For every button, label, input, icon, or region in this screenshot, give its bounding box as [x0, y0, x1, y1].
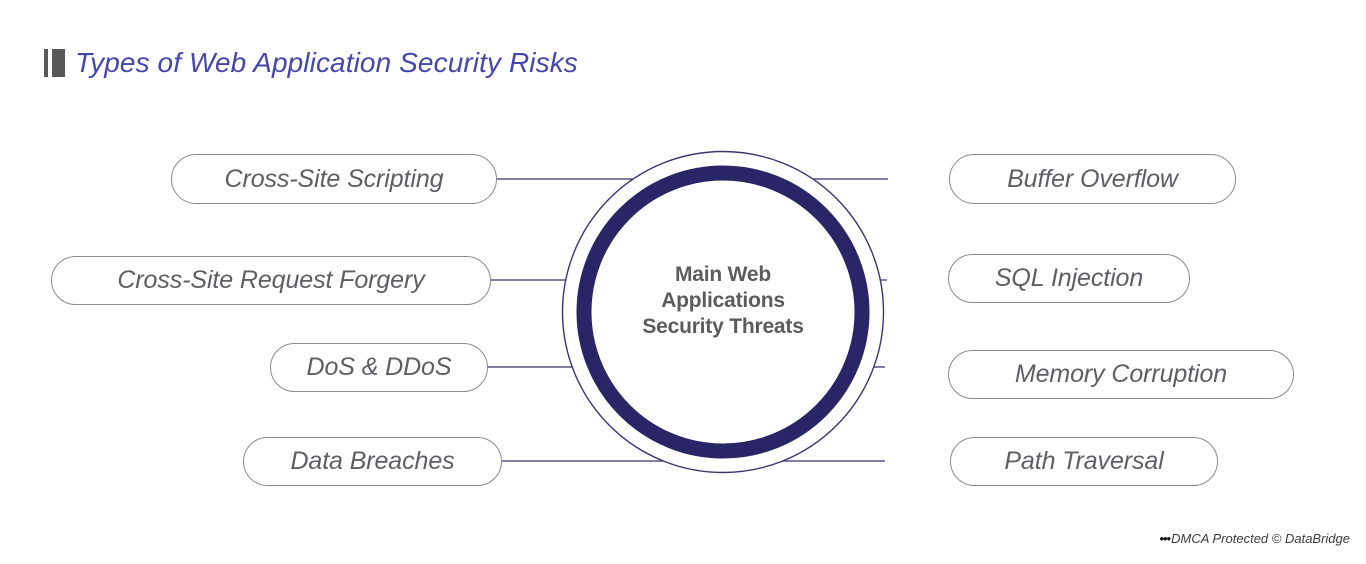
- node-sql-injection[interactable]: SQL Injection: [948, 254, 1190, 303]
- dmca-credit-text: DMCA Protected © DataBridge: [1171, 531, 1350, 546]
- node-dos-ddos[interactable]: DoS & DDoS: [270, 343, 488, 392]
- node-label: Buffer Overflow: [1007, 164, 1178, 193]
- hub-label: Main Web Applications Security Threats: [593, 262, 853, 340]
- hub-label-line-3: Security Threats: [642, 315, 804, 338]
- dots-icon: •••: [1159, 531, 1171, 546]
- mind-map-diagram: Main Web Applications Security Threats C…: [0, 0, 1366, 564]
- node-data-breaches[interactable]: Data Breaches: [243, 437, 502, 486]
- node-cross-site-scripting[interactable]: Cross-Site Scripting: [171, 154, 497, 204]
- node-label: SQL Injection: [994, 264, 1144, 292]
- node-label: Cross-Site Scripting: [224, 164, 444, 193]
- dmca-credit: ••• DMCA Protected © DataBridge: [1159, 531, 1350, 546]
- node-label: Cross-Site Request Forgery: [117, 266, 425, 294]
- hub-label-line-2: Applications: [661, 289, 785, 312]
- hub-label-line-1: Main Web: [674, 263, 772, 286]
- node-memory-corruption[interactable]: Memory Corruption: [948, 350, 1294, 399]
- node-label: Path Traversal: [1004, 447, 1164, 475]
- node-label: DoS & DDoS: [306, 353, 452, 381]
- node-path-traversal[interactable]: Path Traversal: [950, 437, 1218, 486]
- node-buffer-overflow[interactable]: Buffer Overflow: [949, 154, 1236, 204]
- node-cross-site-request-forgery[interactable]: Cross-Site Request Forgery: [51, 256, 491, 305]
- node-label: Data Breaches: [290, 447, 455, 475]
- node-label: Memory Corruption: [1014, 360, 1228, 388]
